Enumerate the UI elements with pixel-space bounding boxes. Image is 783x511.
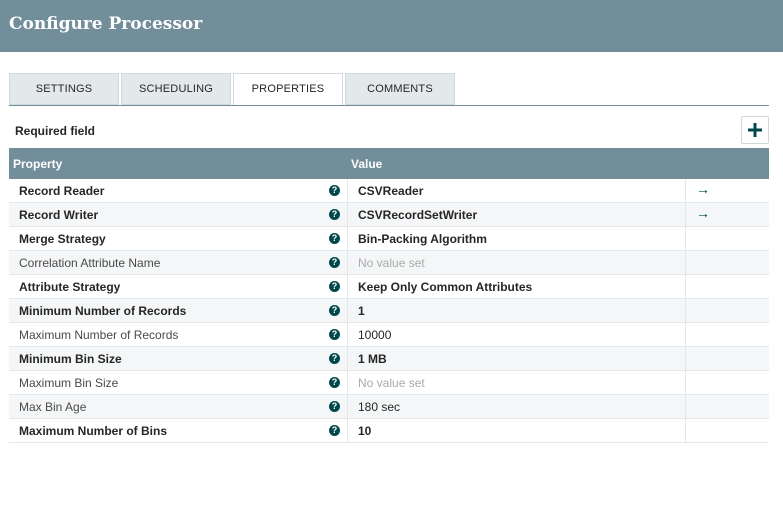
help-icon[interactable]: ? xyxy=(329,233,340,244)
property-value[interactable]: CSVReader xyxy=(358,184,423,198)
property-name: Attribute Strategy xyxy=(19,280,121,294)
property-name: Merge Strategy xyxy=(19,232,106,246)
add-property-button[interactable] xyxy=(741,116,769,144)
tab-underline xyxy=(9,105,769,106)
column-divider xyxy=(685,419,686,443)
column-divider xyxy=(347,419,348,443)
column-divider xyxy=(347,179,348,203)
column-header-property[interactable]: Property xyxy=(13,157,62,171)
property-value[interactable]: 1 MB xyxy=(358,352,387,366)
help-icon[interactable]: ? xyxy=(329,305,340,316)
property-value[interactable]: 1 xyxy=(358,304,365,318)
table-row[interactable]: Maximum Bin Size? No value set xyxy=(9,371,769,395)
property-name: Maximum Number of Bins xyxy=(19,424,168,438)
plus-icon xyxy=(748,123,762,137)
column-divider xyxy=(347,227,348,251)
help-icon[interactable]: ? xyxy=(329,353,340,364)
table-row[interactable]: Maximum Number of Records? 10000 xyxy=(9,323,769,347)
property-value[interactable]: 10 xyxy=(358,424,371,438)
property-name: Record Reader xyxy=(19,184,105,198)
column-divider xyxy=(685,251,686,275)
property-value[interactable]: CSVRecordSetWriter xyxy=(358,208,477,222)
column-divider xyxy=(347,299,348,323)
tab-comments[interactable]: COMMENTS xyxy=(345,73,455,105)
column-divider xyxy=(685,275,686,299)
table-row[interactable]: Attribute Strategy? Keep Only Common Attr… xyxy=(9,275,769,299)
required-field-label: Required field xyxy=(15,124,96,138)
go-to-service-arrow-icon[interactable]: → xyxy=(696,181,710,197)
help-icon[interactable]: ? xyxy=(329,281,340,292)
table-row[interactable]: Max Bin Age? 180 sec xyxy=(9,395,769,419)
table-row[interactable]: Maximum Number of Bins? 10 xyxy=(9,419,769,443)
property-name: Maximum Bin Size xyxy=(19,376,119,390)
column-header-value[interactable]: Value xyxy=(351,157,382,171)
help-icon[interactable]: ? xyxy=(329,185,340,196)
column-divider xyxy=(347,203,348,227)
column-divider xyxy=(347,251,348,275)
column-divider xyxy=(685,203,686,227)
column-divider xyxy=(685,347,686,371)
property-value[interactable]: No value set xyxy=(358,376,425,390)
dialog-header: Configure Processor xyxy=(0,0,783,52)
help-icon[interactable]: ? xyxy=(329,257,340,268)
column-divider xyxy=(347,323,348,347)
property-name: Minimum Number of Records xyxy=(19,304,187,318)
column-divider xyxy=(685,323,686,347)
property-name: Correlation Attribute Name xyxy=(19,256,161,270)
table-header: Property Value xyxy=(9,148,769,179)
column-divider xyxy=(685,227,686,251)
property-value[interactable]: 180 sec xyxy=(358,400,400,414)
property-value[interactable]: No value set xyxy=(358,256,425,270)
column-divider xyxy=(685,395,686,419)
column-divider xyxy=(347,347,348,371)
property-name: Maximum Number of Records xyxy=(19,328,179,342)
property-name: Record Writer xyxy=(19,208,99,222)
go-to-service-arrow-icon[interactable]: → xyxy=(696,205,710,221)
table-row[interactable]: Correlation Attribute Name? No value set xyxy=(9,251,769,275)
column-divider xyxy=(347,395,348,419)
table-row[interactable]: Record Writer? CSVRecordSetWriter → xyxy=(9,203,769,227)
column-divider xyxy=(685,299,686,323)
table-row[interactable]: Record Reader? CSVReader → xyxy=(9,179,769,203)
help-icon[interactable]: ? xyxy=(329,401,340,412)
help-icon[interactable]: ? xyxy=(329,209,340,220)
help-icon[interactable]: ? xyxy=(329,377,340,388)
property-value[interactable]: Bin-Packing Algorithm xyxy=(358,232,487,246)
column-divider xyxy=(685,371,686,395)
property-value[interactable]: Keep Only Common Attributes xyxy=(358,280,532,294)
property-name: Minimum Bin Size xyxy=(19,352,122,366)
tab-properties[interactable]: PROPERTIES xyxy=(233,73,343,106)
table-row[interactable]: Minimum Bin Size? 1 MB xyxy=(9,347,769,371)
table-row[interactable]: Merge Strategy? Bin-Packing Algorithm xyxy=(9,227,769,251)
tab-settings[interactable]: SETTINGS xyxy=(9,73,119,105)
properties-table: Property Value Record Reader? CSVReader → R… xyxy=(9,148,769,443)
property-value[interactable]: 10000 xyxy=(358,328,391,342)
tab-scheduling[interactable]: SCHEDULING xyxy=(121,73,231,105)
help-icon[interactable]: ? xyxy=(329,329,340,340)
help-icon[interactable]: ? xyxy=(329,425,340,436)
column-divider xyxy=(685,179,686,203)
dialog-title: Configure Processor xyxy=(9,14,203,34)
column-divider xyxy=(347,275,348,299)
table-row[interactable]: Minimum Number of Records? 1 xyxy=(9,299,769,323)
column-divider xyxy=(347,371,348,395)
property-name: Max Bin Age xyxy=(19,400,87,414)
